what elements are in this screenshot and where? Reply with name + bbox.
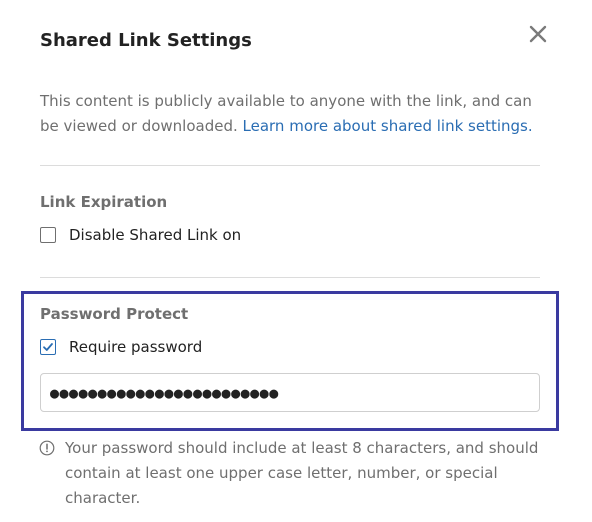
- info-alert-icon: [39, 440, 55, 456]
- dialog-description: This content is publicly available to an…: [40, 89, 540, 139]
- disable-shared-link-checkbox[interactable]: [40, 227, 56, 243]
- require-password-checkbox-row[interactable]: Require password: [40, 338, 202, 356]
- require-password-checkbox[interactable]: [40, 339, 56, 355]
- divider: [40, 277, 540, 278]
- disable-shared-link-label: Disable Shared Link on: [69, 226, 242, 244]
- divider: [40, 165, 540, 166]
- password-input[interactable]: [40, 373, 540, 412]
- password-hint: Your password should include at least 8 …: [65, 439, 539, 507]
- dialog-title: Shared Link Settings: [40, 30, 252, 51]
- password-protect-label: Password Protect: [40, 305, 189, 323]
- learn-more-link[interactable]: Learn more about shared link settings.: [243, 117, 533, 135]
- close-icon: [529, 25, 547, 43]
- link-expiration-label: Link Expiration: [40, 193, 168, 211]
- close-button[interactable]: [524, 20, 552, 48]
- disable-shared-link-checkbox-row[interactable]: Disable Shared Link on: [40, 226, 241, 244]
- checkmark-icon: [43, 343, 53, 351]
- require-password-label: Require password: [69, 338, 203, 356]
- shared-link-settings-dialog: Shared Link Settings This content is pub…: [0, 0, 592, 522]
